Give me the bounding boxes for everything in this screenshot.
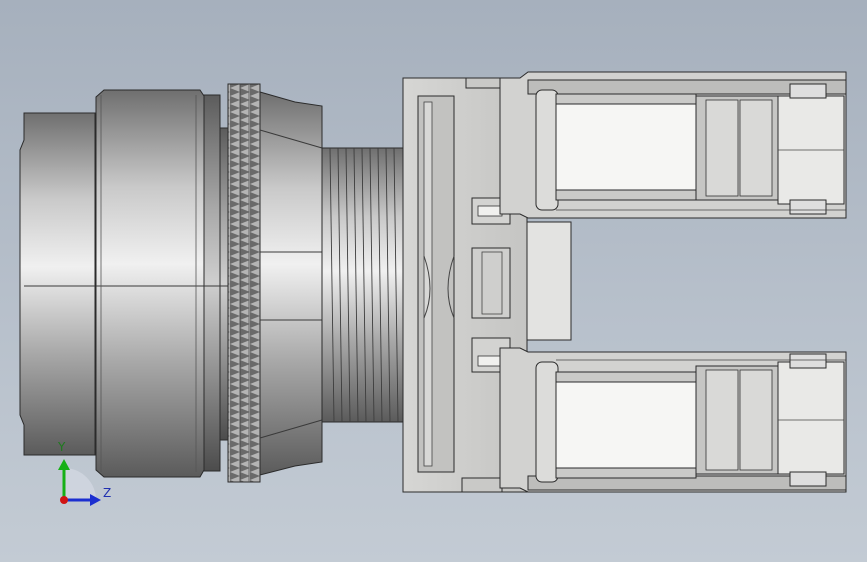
z-axis-label: Z	[103, 486, 112, 500]
axis-triad[interactable]	[0, 0, 867, 562]
y-axis-label: Y	[58, 440, 66, 454]
graphics-viewport[interactable]: Y Z	[0, 0, 867, 562]
y-arrowhead-icon	[58, 459, 70, 470]
x-axis-icon	[60, 496, 68, 504]
